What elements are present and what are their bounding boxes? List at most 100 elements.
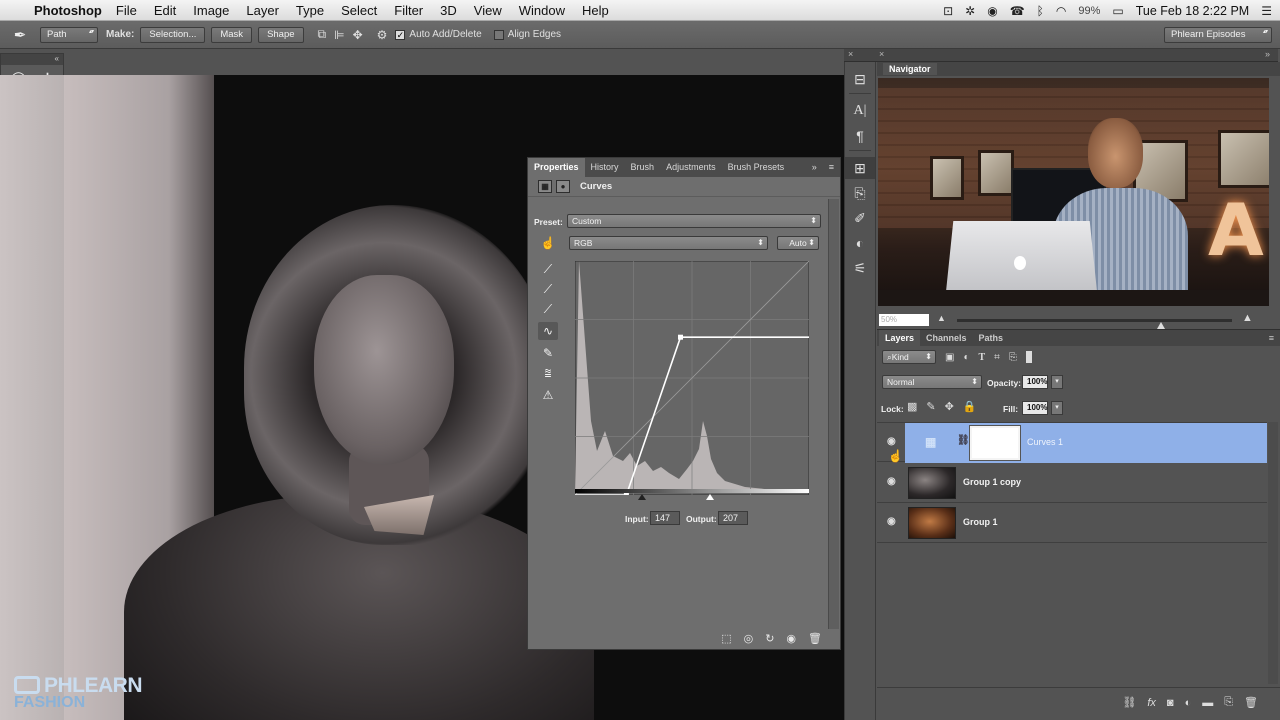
selection-button[interactable]: Selection... xyxy=(140,26,206,43)
clock[interactable]: Tue Feb 18 2:22 PM xyxy=(1136,4,1250,18)
layer-style-icon[interactable]: fx xyxy=(1147,697,1156,709)
character-panel-icon[interactable]: A| xyxy=(845,100,875,122)
properties-panel-icon[interactable]: ⊞ xyxy=(845,157,875,179)
zoom-out-icon[interactable]: ▲ xyxy=(937,313,946,323)
tab-channels[interactable]: Channels xyxy=(920,330,973,346)
new-adjustment-icon[interactable]: ◐ xyxy=(1185,697,1192,709)
link-icon[interactable]: ⛓ xyxy=(957,435,970,446)
eye-icon[interactable]: ◉ xyxy=(887,436,896,447)
fill-field[interactable]: 100% xyxy=(1022,401,1048,415)
menu-type[interactable]: Type xyxy=(296,3,324,18)
layer-name[interactable]: Group 1 xyxy=(963,517,998,527)
pen-mode-select[interactable]: Path xyxy=(40,26,98,43)
workspace-select[interactable]: Phlearn Episodes xyxy=(1164,27,1272,43)
add-mask-icon[interactable]: ◙ xyxy=(1167,697,1174,709)
opacity-dropdown-icon[interactable]: ▾ xyxy=(1051,375,1063,389)
tab-history[interactable]: History xyxy=(585,158,625,177)
layer-row-group-copy[interactable]: ◉ Group 1 copy xyxy=(877,463,1267,503)
edit-points-icon[interactable]: ∿ xyxy=(538,322,558,340)
tab-navigator[interactable]: Navigator xyxy=(883,63,937,75)
layer-name[interactable]: Group 1 copy xyxy=(963,477,1021,487)
lock-transparent-icon[interactable]: ▩ xyxy=(907,400,917,413)
phone-icon[interactable]: ☎ xyxy=(1010,4,1025,18)
navigator-preview[interactable]: A xyxy=(878,78,1269,306)
fill-dropdown-icon[interactable]: ▾ xyxy=(1051,401,1063,415)
filter-shape-icon[interactable]: ⌗ xyxy=(994,352,1000,363)
filter-kind-select[interactable]: ⌕Kind xyxy=(882,350,936,364)
menu-window[interactable]: Window xyxy=(519,3,565,18)
align-edges-checkbox[interactable] xyxy=(493,29,504,40)
visibility-icon[interactable]: ◉ xyxy=(786,632,796,645)
properties-scrollbar[interactable] xyxy=(828,199,839,629)
adjustments-icon[interactable]: ◐ xyxy=(845,232,875,254)
menu-layer[interactable]: Layer xyxy=(246,3,279,18)
wifi-icon[interactable]: ◠ xyxy=(1056,4,1066,18)
tab-adjustments[interactable]: Adjustments xyxy=(660,158,722,177)
auto-button[interactable]: Auto xyxy=(777,236,819,250)
draw-curve-icon[interactable]: ✎ xyxy=(538,344,558,362)
menu-view[interactable]: View xyxy=(474,3,502,18)
dock-collapse-icon[interactable]: × xyxy=(879,49,884,59)
filter-adjustment-icon[interactable]: ◐ xyxy=(963,352,969,363)
eye-icon[interactable]: ◉ xyxy=(887,516,896,527)
opacity-field[interactable]: 100% xyxy=(1022,375,1048,389)
delete-layer-icon[interactable]: 🗑 xyxy=(1244,696,1258,709)
sync-icon[interactable]: ◉ xyxy=(987,4,997,18)
eye-icon[interactable]: ◉ xyxy=(887,476,896,487)
gear-icon[interactable]: ✲ xyxy=(965,4,975,18)
list-icon[interactable]: ☰ xyxy=(1261,4,1272,18)
channel-select[interactable]: RGB xyxy=(569,236,768,250)
lock-image-icon[interactable]: ✎ xyxy=(926,400,935,413)
layer-row-curves[interactable]: ◉ ▦ ⛓ Curves 1 ☝ xyxy=(877,422,1267,463)
settings-gear-icon[interactable]: ⚙ xyxy=(377,28,388,42)
tab-brush[interactable]: Brush xyxy=(625,158,661,177)
path-arrangement-icon[interactable]: ✥ xyxy=(353,28,363,42)
tab-paths[interactable]: Paths xyxy=(973,330,1010,346)
dock-close-icon[interactable]: × xyxy=(848,49,853,59)
blend-mode-select[interactable]: Normal xyxy=(882,375,982,389)
pen-tool-icon[interactable]: ✒ xyxy=(0,26,40,44)
curve-control-point[interactable] xyxy=(678,334,683,340)
black-point-eyedropper-icon[interactable]: ⟋ xyxy=(538,260,558,278)
clipping-warning-icon[interactable]: ⚠ xyxy=(538,386,558,404)
tools-collapse-icon[interactable]: « xyxy=(1,54,63,65)
auto-add-delete-checkbox[interactable]: ✓ xyxy=(395,29,406,40)
curves-graph[interactable] xyxy=(575,261,809,495)
trash-icon[interactable]: 🗑 xyxy=(808,632,822,645)
zoom-slider-thumb[interactable] xyxy=(1157,322,1165,329)
bluetooth-icon[interactable]: ᛒ xyxy=(1037,4,1044,18)
input-field[interactable]: 147 xyxy=(650,511,680,525)
navigator-zoom-field[interactable]: 50% xyxy=(879,314,929,326)
zoom-slider-track[interactable] xyxy=(957,319,1232,329)
brush-presets-icon[interactable]: ⎘ xyxy=(845,182,875,204)
gray-point-eyedropper-icon[interactable]: ⟋ xyxy=(538,280,558,298)
layer-mask-thumbnail[interactable] xyxy=(969,425,1021,461)
menu-filter[interactable]: Filter xyxy=(394,3,423,18)
dock-expand-icon[interactable]: » xyxy=(1265,49,1270,59)
white-point-eyedropper-icon[interactable]: ⟋ xyxy=(538,300,558,318)
layers-menu-icon[interactable]: ≡ xyxy=(1263,330,1280,346)
output-field[interactable]: 207 xyxy=(718,511,748,525)
reset-icon[interactable]: ↻ xyxy=(765,632,774,645)
panel-expand-icon[interactable]: » xyxy=(806,158,823,177)
link-layers-icon[interactable]: ⛓ xyxy=(1122,696,1136,709)
curves-adjustment-icon[interactable]: ▦ xyxy=(538,180,552,193)
menu-3d[interactable]: 3D xyxy=(440,3,457,18)
menu-image[interactable]: Image xyxy=(193,3,229,18)
swatches-icon[interactable]: ⚟ xyxy=(845,257,875,279)
tab-properties[interactable]: Properties xyxy=(528,158,585,177)
preset-select[interactable]: Custom xyxy=(567,214,821,228)
smooth-curve-icon[interactable]: ⩰ xyxy=(538,364,558,382)
zoom-in-icon[interactable]: ▲ xyxy=(1242,312,1253,324)
camera-icon[interactable]: ⊡ xyxy=(943,4,953,18)
new-layer-icon[interactable]: ⎘ xyxy=(1224,696,1233,709)
filter-toggle[interactable] xyxy=(1025,351,1032,363)
layer-row-group[interactable]: ◉ Group 1 xyxy=(877,503,1267,543)
app-menu[interactable]: Photoshop xyxy=(34,3,102,18)
menu-help[interactable]: Help xyxy=(582,3,609,18)
menu-edit[interactable]: Edit xyxy=(154,3,176,18)
lock-all-icon[interactable]: 🔒 xyxy=(963,400,977,413)
clip-to-layer-icon[interactable]: ⬚ xyxy=(721,632,731,645)
paragraph-panel-icon[interactable]: ¶ xyxy=(845,125,875,147)
shape-button[interactable]: Shape xyxy=(258,26,304,43)
